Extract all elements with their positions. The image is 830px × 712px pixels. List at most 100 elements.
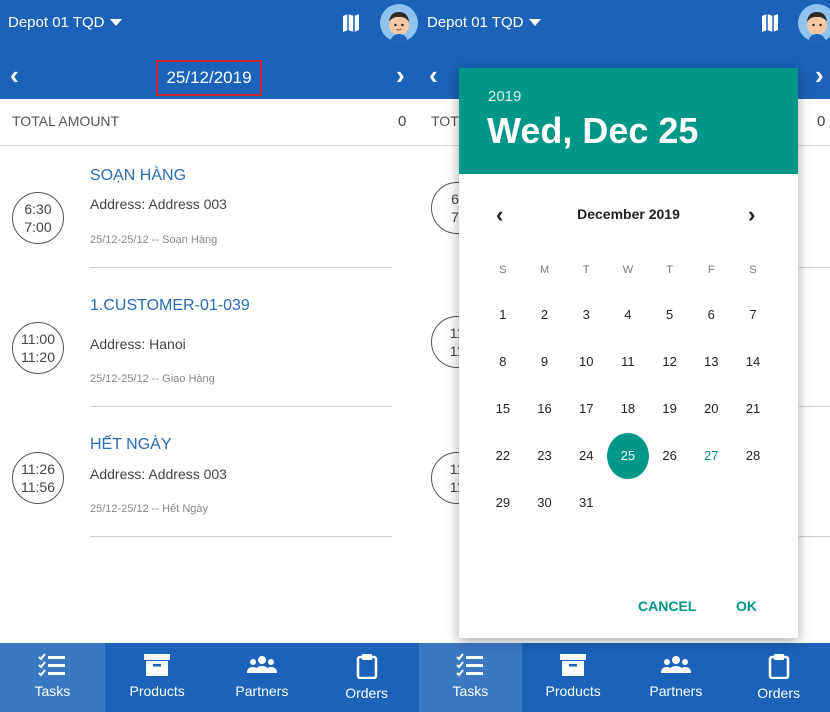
calendar-day-number: 10 — [578, 354, 594, 369]
user-avatar[interactable] — [798, 4, 830, 42]
calendar-day-number: 21 — [745, 401, 761, 416]
calendar-week-row: 1 2 3 4 5 6 7 — [482, 291, 774, 338]
task-meta: 25/12-25/12 -- Hết Ngày — [90, 503, 209, 515]
calendar-day-number: 3 — [582, 307, 590, 322]
calendar-day-number: 6 — [707, 307, 715, 322]
previous-day-chevron-icon[interactable]: ‹ — [429, 62, 438, 88]
calendar-day[interactable]: 14 — [732, 338, 774, 385]
calendar-day[interactable]: 5 — [649, 291, 691, 338]
task-item[interactable]: 11:00 11:20 1.CUSTOMER-01-039 Address: H… — [0, 290, 400, 407]
calendar-day-number: 5 — [665, 307, 674, 322]
nav-partners[interactable]: Partners — [625, 643, 728, 712]
next-day-chevron-icon[interactable]: › — [815, 62, 824, 88]
calendar-day[interactable]: 1 — [482, 291, 524, 338]
calendar-day[interactable]: 30 — [524, 479, 566, 526]
task-address: Address: Address 003 — [90, 196, 227, 212]
clipboard-icon — [356, 654, 377, 679]
total-amount-row: TOTAL AMOUNT 0 — [0, 99, 419, 146]
calendar-day[interactable]: 29 — [482, 479, 524, 526]
calendar-day[interactable]: 24 — [565, 432, 607, 479]
calendar-day[interactable]: 4 — [607, 291, 649, 338]
next-month-chevron-icon[interactable]: › — [748, 202, 755, 228]
task-item[interactable]: 6:30 7:00 SOẠN HÀNG Address: Address 003… — [0, 160, 400, 270]
calendar-grid: S M T W T F S 1 2 3 4 5 6 7 8 9 10 11 12 13 14 15 16 17 18 19 20 21… — [482, 257, 774, 526]
map-icon[interactable] — [761, 13, 779, 33]
people-icon — [660, 656, 691, 673]
calendar-day[interactable]: 7 — [732, 291, 774, 338]
cancel-button[interactable]: CANCEL — [638, 598, 696, 614]
selected-date-label[interactable]: Wed, Dec 25 — [487, 110, 698, 152]
calendar-day-number: 11 — [621, 354, 635, 369]
task-meta: 25/12-25/12 -- Soạn Hàng — [90, 234, 218, 246]
calendar-day-selected[interactable]: 25 — [607, 432, 649, 479]
nav-tasks[interactable]: Tasks — [419, 643, 522, 712]
ok-button[interactable]: OK — [736, 598, 757, 614]
calendar-day[interactable]: 16 — [524, 385, 566, 432]
task-time-badge: 11:26 11:56 — [12, 452, 64, 504]
calendar-day[interactable]: 26 — [649, 432, 691, 479]
calendar-day[interactable]: 11 — [607, 338, 649, 385]
calendar-day-number: 7 — [749, 307, 757, 322]
calendar-day[interactable]: 23 — [524, 432, 566, 479]
next-day-chevron-icon[interactable]: › — [396, 62, 405, 88]
box-icon — [144, 654, 171, 676]
calendar-day-today[interactable]: 27 — [690, 432, 732, 479]
weekday-label: S — [499, 264, 507, 276]
calendar-day[interactable]: 31 — [565, 479, 607, 526]
nav-orders[interactable]: Orders — [314, 643, 419, 712]
date-picker-screen: Depot 01 TQD ‹ › TOT 0 6: 7: 11 11 11 11… — [419, 0, 830, 712]
nav-tasks[interactable]: Tasks — [0, 643, 105, 712]
calendar-day[interactable]: 19 — [649, 385, 691, 432]
task-divider — [90, 267, 392, 268]
bottom-navigation: Tasks Products Partners Orders — [0, 643, 419, 712]
task-meta: 25/12-25/12 -- Giao Hàng — [90, 373, 215, 385]
calendar-day[interactable]: 12 — [649, 338, 691, 385]
map-icon[interactable] — [342, 13, 360, 33]
task-item[interactable]: 11:26 11:56 HẾT NGÀY Address: Address 00… — [0, 430, 400, 540]
calendar-day[interactable]: 17 — [565, 385, 607, 432]
calendar-day[interactable]: 18 — [607, 385, 649, 432]
calendar-day-number: 18 — [620, 401, 636, 416]
calendar-day[interactable]: 3 — [565, 291, 607, 338]
calendar-week-row: 29 30 31 — [482, 479, 774, 526]
calendar-week-row: 22 23 24 25 26 27 28 — [482, 432, 774, 479]
calendar-day-number: 19 — [662, 401, 677, 416]
previous-day-chevron-icon[interactable]: ‹ — [10, 62, 19, 88]
calendar-day[interactable]: 9 — [524, 338, 566, 385]
task-start-time: 11:00 — [21, 331, 55, 347]
calendar-day[interactable]: 10 — [565, 338, 607, 385]
calendar-day[interactable]: 6 — [690, 291, 732, 338]
calendar-day[interactable]: 2 — [524, 291, 566, 338]
calendar-day[interactable]: 22 — [482, 432, 524, 479]
depot-label: Depot 01 TQD — [8, 14, 105, 31]
box-icon — [560, 654, 587, 676]
date-picker-header: 2019 Wed, Dec 25 — [459, 68, 798, 174]
user-avatar[interactable] — [380, 4, 418, 42]
calendar-day-number: 16 — [537, 401, 552, 416]
calendar-day[interactable]: 15 — [482, 385, 524, 432]
nav-label: Orders — [757, 685, 801, 701]
calendar-day[interactable]: 13 — [690, 338, 732, 385]
calendar-day[interactable]: 20 — [690, 385, 732, 432]
task-end-time: 11:20 — [21, 349, 55, 365]
avatar-face-icon — [389, 12, 409, 42]
calendar-day[interactable]: 21 — [732, 385, 774, 432]
nav-orders[interactable]: Orders — [727, 643, 830, 712]
current-date-selector[interactable]: 25/12/2019 — [156, 60, 262, 96]
month-navigation: ‹ December 2019 › — [459, 198, 798, 228]
nav-products[interactable]: Products — [105, 643, 210, 712]
calendar-empty-cell — [607, 479, 649, 526]
weekday-label: W — [622, 264, 634, 276]
calendar-day-number: 31 — [578, 495, 594, 510]
nav-products[interactable]: Products — [522, 643, 625, 712]
depot-selector[interactable]: Depot 01 TQD — [8, 14, 123, 31]
tasks-icon — [38, 653, 66, 677]
selected-year[interactable]: 2019 — [488, 88, 521, 105]
calendar-day-number: 2 — [540, 307, 549, 322]
calendar-day[interactable]: 8 — [482, 338, 524, 385]
calendar-day[interactable]: 28 — [732, 432, 774, 479]
nav-partners[interactable]: Partners — [210, 643, 315, 712]
depot-selector[interactable]: Depot 01 TQD — [427, 14, 542, 31]
nav-label: Tasks — [452, 683, 489, 699]
weekday-label: F — [707, 264, 715, 276]
